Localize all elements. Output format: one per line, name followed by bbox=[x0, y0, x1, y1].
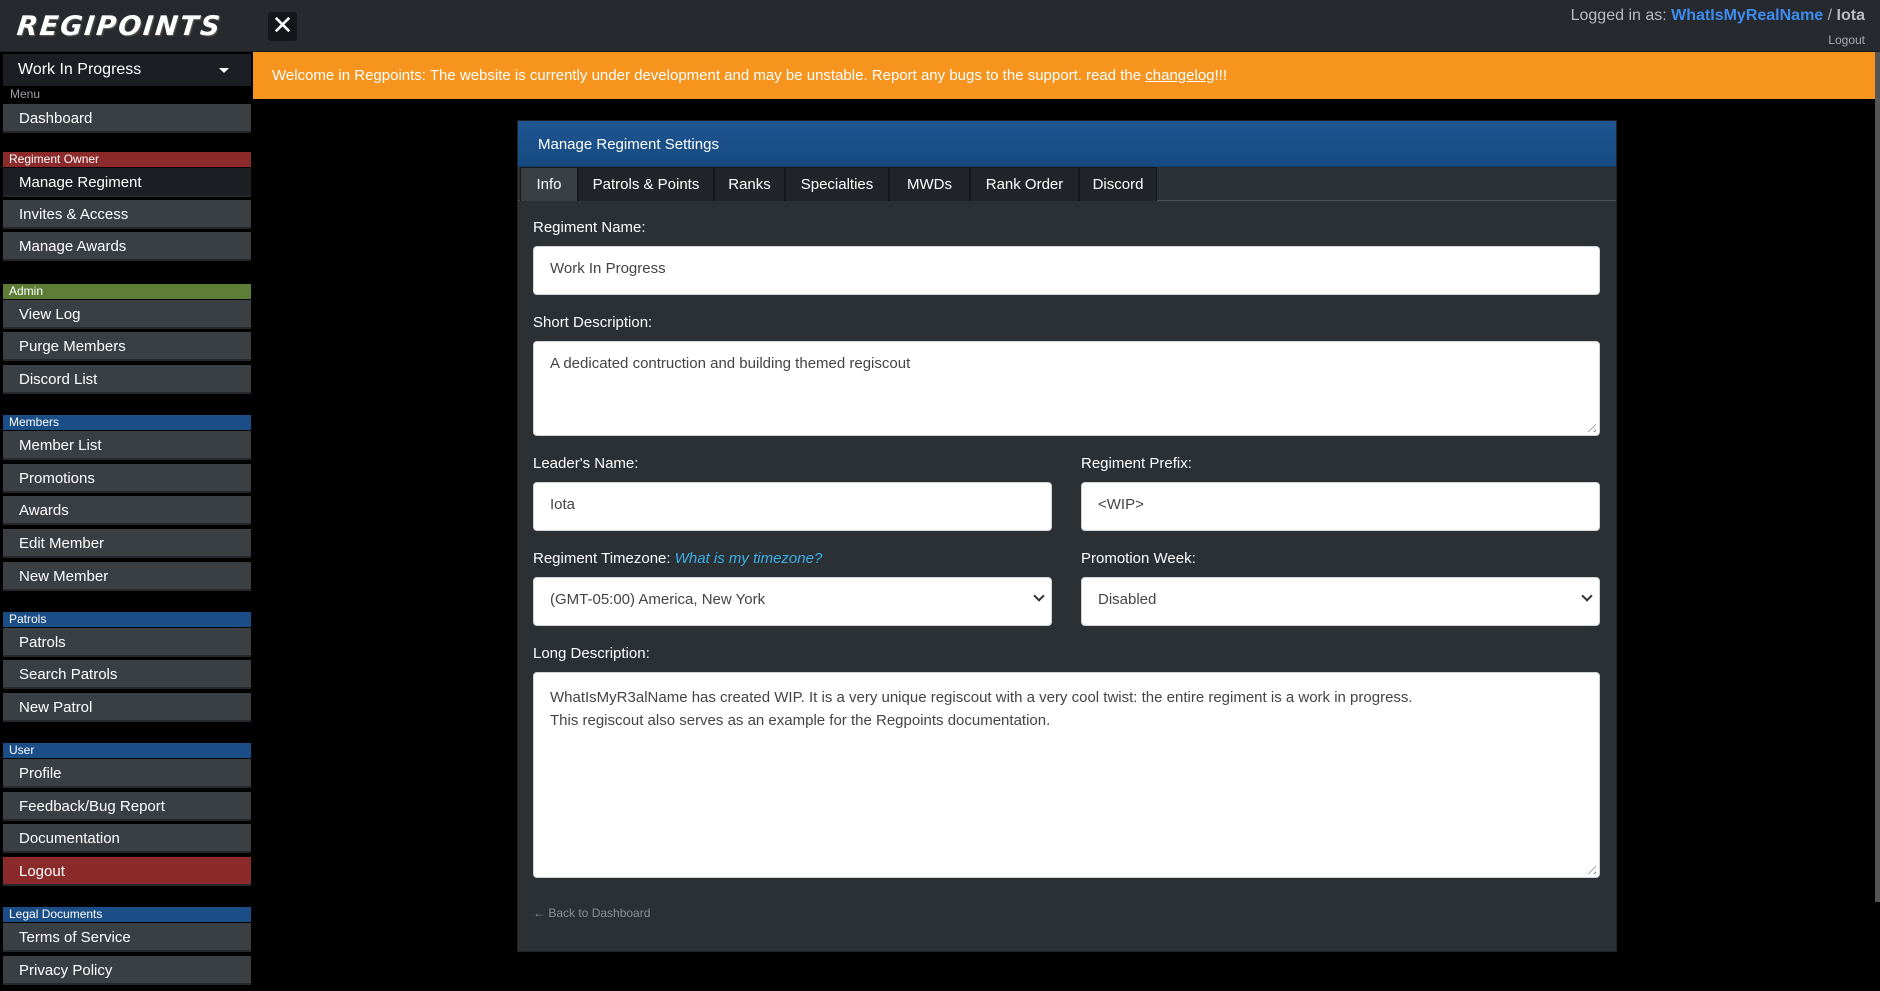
sidebar-item-new-patrol[interactable]: New Patrol bbox=[3, 693, 251, 722]
tab-ranks[interactable]: Ranks bbox=[714, 167, 785, 201]
top-logout-link[interactable]: Logout bbox=[1828, 33, 1865, 47]
tab-mwds[interactable]: MWDs bbox=[889, 167, 970, 201]
sidebar-item-profile[interactable]: Profile bbox=[3, 759, 251, 788]
long-description-line-1: WhatIsMyR3alName has created WIP. It is … bbox=[550, 689, 1413, 706]
sidebar-item-discord-list[interactable]: Discord List bbox=[3, 365, 251, 394]
sidebar-item-documentation[interactable]: Documentation bbox=[3, 824, 251, 853]
caret-down-icon bbox=[219, 68, 229, 73]
sidebar-item-feedback[interactable]: Feedback/Bug Report bbox=[3, 792, 251, 821]
regiment-select[interactable]: Work In Progress bbox=[3, 54, 251, 86]
dev-warning-alert: Welcome in Regpoints: The website is cur… bbox=[253, 52, 1880, 99]
sidebar-item-member-list[interactable]: Member List bbox=[3, 431, 251, 460]
section-admin: Admin bbox=[3, 284, 251, 299]
username-link[interactable]: WhatIsMyRealName bbox=[1671, 7, 1823, 24]
timezone-label: Regiment Timezone: What is my timezone? bbox=[533, 550, 822, 567]
page-scrollbar[interactable] bbox=[1875, 52, 1880, 902]
settings-card: Manage Regiment Settings Info Patrols & … bbox=[517, 120, 1617, 952]
long-description-line-2: This regiscout also serves as an example… bbox=[550, 712, 1051, 729]
long-description-textarea[interactable]: WhatIsMyR3alName has created WIP. It is … bbox=[533, 672, 1600, 878]
sidebar: Work In Progress Menu Dashboard Regiment… bbox=[0, 52, 252, 991]
sidebar-item-awards[interactable]: Awards bbox=[3, 496, 251, 525]
top-navbar: REGIPOINTS ✕ Logged in as: WhatIsMyRealN… bbox=[0, 0, 1880, 52]
sidebar-item-new-member[interactable]: New Member bbox=[3, 562, 251, 591]
resize-handle-icon[interactable] bbox=[1584, 862, 1596, 874]
section-regiment-owner: Regiment Owner bbox=[3, 152, 251, 167]
settings-tabs: Info Patrols & Points Ranks Specialties … bbox=[518, 167, 1616, 201]
section-members: Members bbox=[3, 415, 251, 430]
regiment-name-label: Regiment Name: bbox=[533, 219, 646, 236]
changelog-link[interactable]: changelog bbox=[1145, 67, 1214, 84]
section-legal: Legal Documents bbox=[3, 907, 251, 922]
tab-specialties[interactable]: Specialties bbox=[785, 167, 889, 201]
tab-discord[interactable]: Discord bbox=[1079, 167, 1157, 201]
leader-name-input[interactable]: Iota bbox=[533, 482, 1052, 531]
chevron-down-icon bbox=[1033, 590, 1045, 602]
sidebar-item-invites-access[interactable]: Invites & Access bbox=[3, 200, 251, 229]
logged-in-prefix: Logged in as: bbox=[1570, 7, 1667, 24]
section-user: User bbox=[3, 743, 251, 758]
page: REGIPOINTS ✕ Logged in as: WhatIsMyRealN… bbox=[0, 0, 1880, 991]
leader-name-value: Iota bbox=[550, 496, 576, 513]
sidebar-item-edit-member[interactable]: Edit Member bbox=[3, 529, 251, 558]
sidebar-item-patrols[interactable]: Patrols bbox=[3, 628, 251, 657]
login-separator: / bbox=[1827, 7, 1833, 24]
login-info: Logged in as: WhatIsMyRealName / Iota bbox=[1571, 7, 1865, 25]
long-description-label: Long Description: bbox=[533, 645, 650, 662]
short-description-value: A dedicated contruction and building the… bbox=[550, 355, 911, 372]
regiment-name-input[interactable]: Work In Progress bbox=[533, 246, 1600, 295]
timezone-select-value: (GMT-05:00) America, New York bbox=[550, 591, 766, 608]
back-to-dashboard-link[interactable]: ← Back to Dashboard bbox=[533, 906, 650, 920]
sidebar-item-privacy[interactable]: Privacy Policy bbox=[3, 956, 251, 985]
sidebar-item-promotions[interactable]: Promotions bbox=[3, 464, 251, 493]
timezone-label-text: Regiment Timezone: bbox=[533, 550, 671, 567]
alert-suffix: !!! bbox=[1214, 67, 1228, 84]
sidebar-item-dashboard[interactable]: Dashboard bbox=[3, 104, 251, 133]
sidebar-item-manage-awards[interactable]: Manage Awards bbox=[3, 232, 251, 261]
regipoints-logo[interactable]: REGIPOINTS bbox=[15, 11, 223, 42]
sidebar-item-manage-regiment[interactable]: Manage Regiment bbox=[3, 168, 251, 197]
alert-text: Welcome in Regpoints: The website is cur… bbox=[272, 67, 1146, 84]
timezone-help-link[interactable]: What is my timezone? bbox=[675, 550, 823, 567]
sidebar-item-terms[interactable]: Terms of Service bbox=[3, 923, 251, 952]
user-alias: Iota bbox=[1836, 7, 1865, 24]
card-title: Manage Regiment Settings bbox=[518, 121, 1616, 167]
regiment-prefix-input[interactable]: <WIP> bbox=[1081, 482, 1600, 531]
sidebar-item-purge-members[interactable]: Purge Members bbox=[3, 332, 251, 361]
section-patrols: Patrols bbox=[3, 612, 251, 627]
promotion-week-value: Disabled bbox=[1098, 591, 1157, 608]
sidebar-item-logout[interactable]: Logout bbox=[3, 857, 251, 886]
resize-handle-icon[interactable] bbox=[1584, 420, 1596, 432]
leader-name-label: Leader's Name: bbox=[533, 455, 639, 472]
sidebar-item-view-log[interactable]: View Log bbox=[3, 300, 251, 329]
short-description-label: Short Description: bbox=[533, 314, 653, 331]
tab-rank-order[interactable]: Rank Order bbox=[970, 167, 1079, 201]
promotion-week-label: Promotion Week: bbox=[1081, 550, 1196, 567]
regiment-prefix-label: Regiment Prefix: bbox=[1081, 455, 1192, 472]
regiment-prefix-value: <WIP> bbox=[1098, 496, 1144, 513]
timezone-select[interactable]: (GMT-05:00) America, New York bbox=[533, 577, 1052, 626]
regiment-name-value: Work In Progress bbox=[550, 260, 666, 277]
regiment-select-value: Work In Progress bbox=[18, 61, 142, 78]
tab-patrols-points[interactable]: Patrols & Points bbox=[578, 167, 714, 201]
close-sidebar-icon[interactable]: ✕ bbox=[268, 12, 297, 41]
menu-label: Menu bbox=[10, 87, 41, 101]
short-description-textarea[interactable]: A dedicated contruction and building the… bbox=[533, 341, 1600, 436]
sidebar-item-search-patrols[interactable]: Search Patrols bbox=[3, 660, 251, 689]
chevron-down-icon bbox=[1581, 590, 1593, 602]
tab-info[interactable]: Info bbox=[520, 167, 578, 201]
promotion-week-select[interactable]: Disabled bbox=[1081, 577, 1600, 626]
